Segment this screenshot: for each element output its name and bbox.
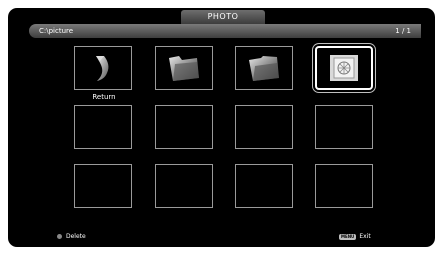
empty-slot bbox=[235, 105, 293, 149]
empty-slot bbox=[155, 105, 213, 149]
delete-hint: Delete bbox=[57, 233, 86, 240]
empty-slot bbox=[74, 105, 132, 149]
empty-slot bbox=[155, 164, 213, 208]
folder-item[interactable] bbox=[155, 46, 213, 90]
thumbnail-grid: Return bbox=[8, 8, 435, 247]
delete-button-icon bbox=[57, 234, 62, 239]
folder-icon bbox=[249, 56, 279, 81]
exit-label: Exit bbox=[359, 233, 371, 240]
return-label: Return bbox=[92, 93, 116, 101]
menu-key-icon: MENU bbox=[339, 233, 357, 240]
return-arrow-icon bbox=[96, 56, 109, 81]
empty-slot bbox=[315, 105, 373, 149]
exit-hint: MENU Exit bbox=[339, 233, 371, 240]
empty-slot bbox=[315, 164, 373, 208]
delete-label: Delete bbox=[66, 233, 86, 240]
folder-icon bbox=[169, 56, 199, 81]
folder-item[interactable] bbox=[235, 46, 293, 90]
photo-file-icon bbox=[330, 55, 358, 81]
projector-screen: PHOTO C:\picture 1 / 1 Return Delete MEN… bbox=[8, 8, 435, 247]
return-item[interactable]: Return bbox=[74, 46, 132, 101]
empty-slot bbox=[74, 164, 132, 208]
photo-file-item[interactable] bbox=[315, 46, 373, 90]
empty-slot bbox=[235, 164, 293, 208]
